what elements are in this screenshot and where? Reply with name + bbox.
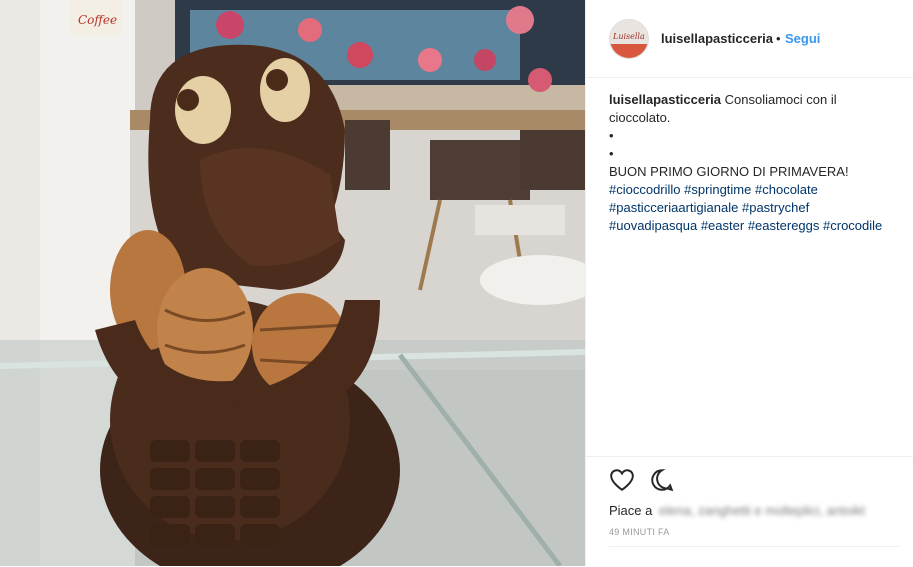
hashtag-link[interactable]: #eastereggs <box>748 218 820 233</box>
header-separator: • <box>776 31 781 46</box>
divider <box>609 546 899 547</box>
caption-bullet-2: • <box>609 146 614 161</box>
follow-button[interactable]: Segui <box>785 31 820 46</box>
svg-text:Coffee: Coffee <box>78 13 117 27</box>
post-timestamp[interactable]: 49 MINUTI FA <box>609 527 670 537</box>
chocolate-crocodile-image: Coffee <box>0 0 585 566</box>
hashtag-link[interactable]: #easter <box>701 218 744 233</box>
avatar[interactable]: Luisella <box>609 19 649 59</box>
caption-bullet-1: • <box>609 128 614 143</box>
hashtag-link[interactable]: #crocodile <box>823 218 882 233</box>
hashtag-link[interactable]: #pastrychef <box>742 200 809 215</box>
hashtag-link[interactable]: #cioccodrillo <box>609 182 681 197</box>
avatar-band <box>610 44 648 58</box>
header-username-link[interactable]: luisellapasticceria <box>661 31 773 46</box>
hashtag-link[interactable]: #pasticceriaartigianale <box>609 200 738 215</box>
hashtag-link[interactable]: #chocolate <box>755 182 818 197</box>
post-modal: Coffee Luisella luisellapasticceria • Se… <box>0 0 913 566</box>
caption-username-link[interactable]: luisellapasticceria <box>609 92 721 107</box>
heart-icon[interactable] <box>609 467 635 493</box>
post-caption: luisellapasticceria Consoliamoci con il … <box>609 91 899 235</box>
comment-icon[interactable] <box>649 467 675 493</box>
likes-prefix: Piace a <box>609 503 653 518</box>
likes-names[interactable]: elena, zanghetti e molteplici, antoikt <box>659 503 865 518</box>
caption-line-2: BUON PRIMO GIORNO DI PRIMAVERA! <box>609 164 849 179</box>
hashtag-link[interactable]: #uovadipasqua <box>609 218 697 233</box>
avatar-logo-text: Luisella <box>613 32 645 41</box>
post-sidebar: Luisella luisellapasticceria • Segui lui… <box>585 0 913 566</box>
post-photo[interactable]: Coffee <box>0 0 585 566</box>
hashtag-link[interactable]: #springtime <box>684 182 751 197</box>
post-actions: Piace a elena, zanghetti e molteplici, a… <box>586 456 913 567</box>
post-header: Luisella luisellapasticceria • Segui <box>586 0 913 78</box>
